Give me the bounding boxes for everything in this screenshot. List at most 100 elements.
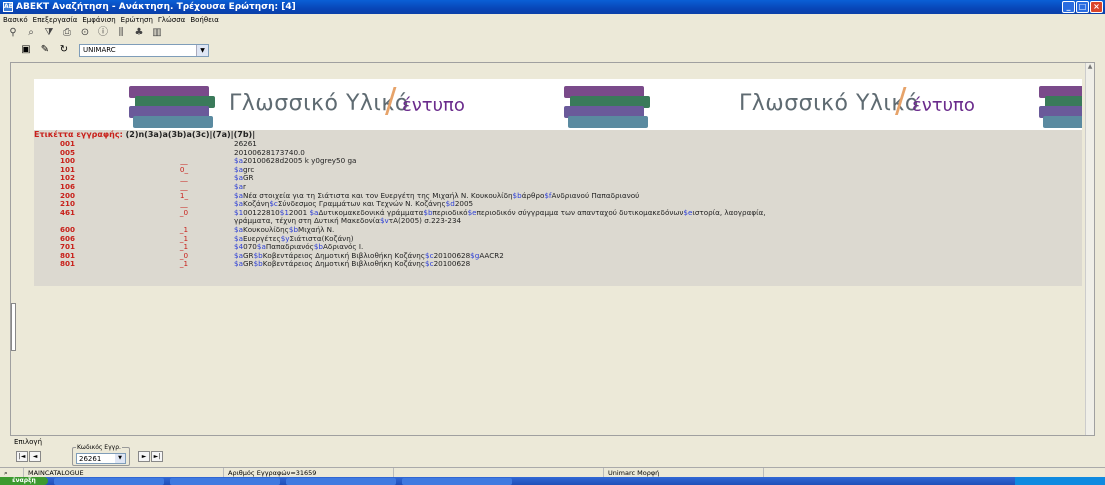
subfield-text: άρθρο: [521, 190, 545, 200]
books-image: [564, 82, 650, 128]
info-icon[interactable]: ⓘ: [96, 27, 110, 39]
record-row: γράμματα, τέχνη στη Δυτική Μακεδονία$vτΑ…: [34, 217, 1082, 225]
record-row: 100 __ $a20100628d2005 k y0grey50 ga: [34, 157, 1082, 165]
maximize-button[interactable]: □: [1076, 1, 1089, 13]
chart-icon[interactable]: ▥: [150, 27, 164, 39]
record-label: Ετικέττα εγγραφής: (2)n(3a)a(3b)a(3c)|(7…: [34, 130, 255, 139]
marc-record: Ετικέττα εγγραφής: (2)n(3a)a(3b)a(3c)|(7…: [34, 130, 1082, 286]
field-tag: 210: [60, 199, 76, 209]
field-tag: 801: [60, 259, 76, 269]
field-data: γράμματα, τέχνη στη Δυτική Μακεδονία$vτΑ…: [234, 217, 1074, 225]
field-tag: 001: [60, 139, 76, 148]
record-row: 801 _0 $aGR$bΚοβεντάρειος Δημοτική Βιβλιοθ…: [34, 250, 1082, 260]
subfield-code: $b: [253, 259, 263, 269]
splitter-handle[interactable]: [11, 303, 16, 351]
field-data: 26261: [234, 140, 1074, 148]
record-code-input[interactable]: 26261 ▼: [76, 453, 126, 464]
close-button[interactable]: ×: [1090, 1, 1103, 13]
record-row: 801 _1 $aGR$bΚοβεντάρειος Δημοτική Βιβλιοθ…: [34, 260, 1082, 268]
record-row: 701 _1 $4070$aΠαπαδριανός$bΑδριανός Ι.: [34, 243, 1082, 251]
record-label-prefix: Ετικέττα εγγραφής:: [34, 130, 123, 139]
selection-label: Επιλογή: [14, 438, 43, 446]
field-tag: 701: [60, 242, 76, 252]
field-tag: 106: [60, 182, 76, 191]
record-row: 005 20100628173740.0: [34, 148, 1082, 157]
subfield-text: 20100628: [433, 259, 471, 269]
taskbar-item[interactable]: [286, 477, 396, 485]
record-row: 102 __ $aGR: [34, 174, 1082, 182]
banner-slash: /: [385, 81, 397, 121]
subfield-code: $g: [470, 250, 480, 260]
last-record-button[interactable]: ►|: [151, 451, 163, 462]
menu-item[interactable]: Βασικό: [3, 16, 28, 24]
field-indicators: __: [180, 156, 188, 166]
secondary-toolbar: ▣ ✎ ↻ UNIMARC ▼: [0, 40, 1105, 60]
filter-icon[interactable]: ⧩: [42, 27, 56, 39]
status-bar: ⌕ MAINCATALOGUE Αριθμός Εγγραφών=31659 U…: [0, 467, 1105, 478]
subfield-text: Κοβεντάρειος Δημοτική Βιβλιοθήκη Κοζάνης: [262, 259, 426, 269]
refresh-icon[interactable]: ↻: [56, 43, 72, 57]
search-icon[interactable]: ⌕: [24, 27, 38, 39]
record-row: 101 0_ $agrc: [34, 165, 1082, 174]
barcode-icon[interactable]: ⫼: [114, 27, 128, 39]
record-row: 461 _0 $100122810$12001 $aΔυτικομακεδονικά…: [34, 207, 1082, 217]
title-bar: AB ΑΒΕΚΤ Αναζήτηση - Ανάκτηση. Τρέχουσα …: [0, 0, 1105, 14]
taskbar-item[interactable]: [170, 477, 280, 485]
subfield-code: $c: [425, 259, 434, 269]
record-code-select[interactable]: Κωδικός Εγγρ. 26261 ▼: [72, 444, 130, 466]
format-select-value: UNIMARC: [83, 46, 116, 54]
app-window: AB ΑΒΕΚΤ Αναζήτηση - Ανάκτηση. Τρέχουσα …: [0, 0, 1105, 485]
vertical-scrollbar[interactable]: ▲: [1085, 63, 1094, 435]
minimize-button[interactable]: _: [1062, 1, 1075, 13]
taskbar-item[interactable]: [54, 477, 164, 485]
edit-icon[interactable]: ✎: [37, 43, 53, 57]
app-icon: AB: [3, 2, 14, 12]
record-label-value: (2)n(3a)a(3b)a(3c)|(7a)|(7b)|: [125, 130, 256, 139]
field-indicators: _1: [179, 259, 189, 269]
record-row: 200 1_ $aΝέα στοιχεία για τη Σιάτιστα και …: [34, 190, 1082, 200]
start-button[interactable]: έναρξη: [0, 477, 48, 485]
field-data: $aGR$bΚοβεντάρειος Δημοτική Βιβλιοθήκη Κ…: [234, 260, 1074, 268]
subfield-text: AACR2: [479, 250, 504, 260]
record-row: 606 _1 $aΕυεργέτες$yΣιάτιστα(Κοζάνη): [34, 234, 1082, 243]
menu-item[interactable]: Βοήθεια: [190, 16, 219, 24]
record-pane: ▲ Γλωσσικό Υλικό / έντυπο Γλωσσικό Υλικό…: [10, 62, 1095, 436]
next-record-button[interactable]: ►: [138, 451, 150, 462]
menu-item[interactable]: Επεξεργασία: [33, 16, 78, 24]
window-title: ΑΒΕΚΤ Αναζήτηση - Ανάκτηση. Τρέχουσα Ερώ…: [16, 2, 296, 12]
field-indicators: _1: [179, 242, 189, 252]
menu-item[interactable]: Γλώσσα: [158, 16, 185, 24]
scroll-up-icon[interactable]: ▲: [1086, 63, 1094, 71]
first-record-button[interactable]: |◄: [16, 451, 28, 462]
chevron-down-icon[interactable]: ▼: [115, 454, 125, 463]
subfield-code: $b: [512, 190, 522, 200]
banner: Γλωσσικό Υλικό / έντυπο Γλωσσικό Υλικό /…: [34, 79, 1082, 131]
prev-record-button[interactable]: ◄: [29, 451, 41, 462]
subfield-text: περιοδικόν σύγγραμμα των απανταχού δυτικ…: [476, 207, 684, 217]
chevron-down-icon[interactable]: ▼: [196, 44, 208, 56]
field-data: $aGR: [234, 174, 1074, 182]
nav-next-last: ► ►|: [138, 451, 163, 463]
books-image: [129, 82, 215, 128]
field-tag: 461: [60, 207, 76, 217]
print-icon[interactable]: ⎙: [60, 27, 74, 39]
menu-item[interactable]: Ερώτηση: [121, 16, 153, 24]
subfield-code: $a: [234, 259, 243, 269]
tree-icon[interactable]: ♣: [132, 27, 146, 39]
subfield-text: ιστορία, λαογραφία,: [692, 207, 766, 217]
taskbar: έναρξη: [0, 477, 1105, 485]
record-code-label: Κωδικός Εγγρ.: [76, 444, 122, 451]
binoculars-icon[interactable]: ⚲: [6, 27, 20, 39]
save-icon[interactable]: ▣: [18, 43, 34, 57]
taskbar-item[interactable]: [402, 477, 512, 485]
banner-text-2b: έντυπο: [912, 95, 975, 116]
menu-bar: Βασικό Επεξεργασία Εμφάνιση Ερώτηση Γλώσσα Βο…: [0, 14, 1105, 26]
field-indicators: _0: [179, 207, 189, 217]
format-select[interactable]: UNIMARC ▼: [79, 43, 209, 57]
subfield-text: τΑ(2005) σ.223-234: [388, 216, 462, 226]
subfield-code: $e: [467, 207, 477, 217]
menu-item[interactable]: Εμφάνιση: [82, 16, 115, 24]
print-preview-icon[interactable]: ⊙: [78, 27, 92, 39]
field-data: $agrc: [234, 165, 1074, 174]
field-tag: 600: [60, 225, 76, 234]
